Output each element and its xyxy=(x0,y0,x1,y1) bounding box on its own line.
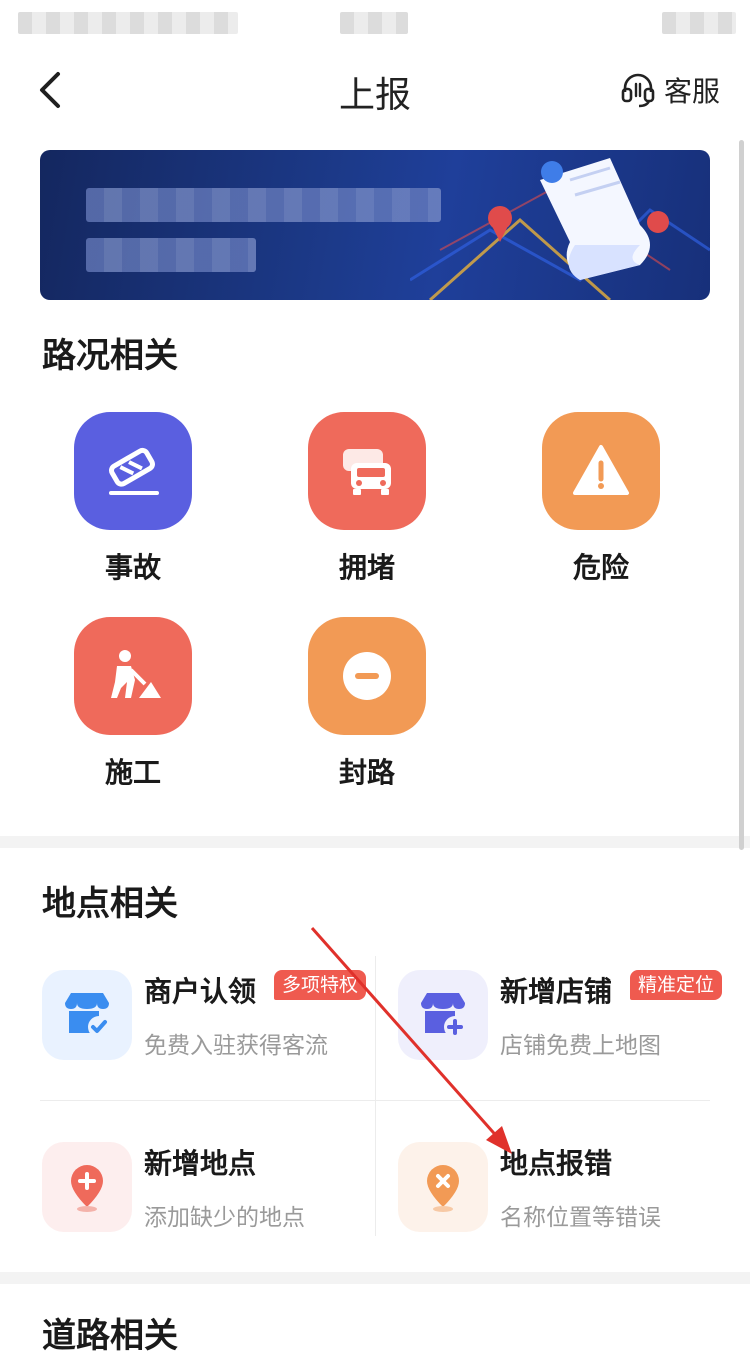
banner-text-blurred xyxy=(86,188,441,222)
road-item-label: 危险 xyxy=(572,551,629,584)
report-road-closed-button[interactable]: 封路 xyxy=(287,617,447,791)
promo-banner[interactable] xyxy=(40,150,710,300)
place-card-title: 地点报错 xyxy=(500,1147,613,1180)
privilege-badge: 多项特权 xyxy=(274,970,367,1000)
place-card-subtitle: 添加缺少的地点 xyxy=(144,1205,305,1231)
road-item-label: 拥堵 xyxy=(338,551,395,584)
place-section-title: 地点相关 xyxy=(42,884,178,924)
road-closed-icon xyxy=(343,652,391,700)
warning-icon xyxy=(573,445,629,495)
merchant-claim-card[interactable]: 商户认领 多项特权 免费入驻获得客流 xyxy=(42,970,377,1130)
add-shop-icon xyxy=(421,993,466,1038)
headset-icon xyxy=(621,73,655,108)
place-card-subtitle: 免费入驻获得客流 xyxy=(144,1033,328,1059)
status-blur-right xyxy=(662,12,736,34)
banner-subtext-blurred xyxy=(86,238,256,272)
customer-service-button[interactable]: 客服 xyxy=(620,70,720,110)
road-item-label: 封路 xyxy=(338,756,395,789)
road-section-title: 路况相关 xyxy=(42,336,178,376)
report-danger-button[interactable]: 危险 xyxy=(521,412,681,586)
shop-claim-icon xyxy=(65,993,110,1038)
roadway-section-title: 道路相关 xyxy=(42,1316,178,1356)
report-document-illustration xyxy=(410,158,710,300)
status-bar xyxy=(0,0,750,40)
road-item-label: 事故 xyxy=(104,551,161,584)
place-icon-container xyxy=(42,970,132,1060)
road-icon-container xyxy=(308,617,426,735)
place-card-subtitle: 名称位置等错误 xyxy=(500,1205,661,1231)
report-jam-button[interactable]: 拥堵 xyxy=(287,412,447,586)
status-blur-center xyxy=(340,12,408,34)
road-item-label: 施工 xyxy=(104,756,161,789)
section-divider xyxy=(0,836,750,848)
accident-car-icon xyxy=(109,447,159,495)
place-icon-container xyxy=(398,970,488,1060)
place-card-title: 新增店铺 xyxy=(500,975,613,1008)
place-card-subtitle: 店铺免费上地图 xyxy=(500,1033,661,1059)
road-icon-container xyxy=(74,617,192,735)
status-blur-left xyxy=(18,12,238,34)
construction-worker-icon xyxy=(111,650,161,698)
place-card-title: 新增地点 xyxy=(144,1147,257,1180)
add-location-icon xyxy=(71,1165,103,1212)
customer-service-label: 客服 xyxy=(663,75,720,108)
location-error-icon xyxy=(427,1165,459,1212)
traffic-jam-icon xyxy=(343,449,391,495)
place-card-title: 商户认领 xyxy=(144,975,257,1008)
navbar: 上报 客服 xyxy=(0,50,750,134)
report-accident-button[interactable]: 事故 xyxy=(53,412,213,586)
place-icon-container xyxy=(398,1142,488,1232)
add-shop-card[interactable]: 新增店铺 精准定位 店铺免费上地图 xyxy=(398,970,733,1130)
road-icon-container xyxy=(542,412,660,530)
precise-location-badge: 精准定位 xyxy=(630,970,723,1000)
road-icon-container xyxy=(308,412,426,530)
report-construction-button[interactable]: 施工 xyxy=(53,617,213,791)
scrollbar[interactable] xyxy=(739,140,744,850)
place-icon-container xyxy=(42,1142,132,1232)
section-divider xyxy=(0,1272,750,1284)
road-icon-container xyxy=(74,412,192,530)
